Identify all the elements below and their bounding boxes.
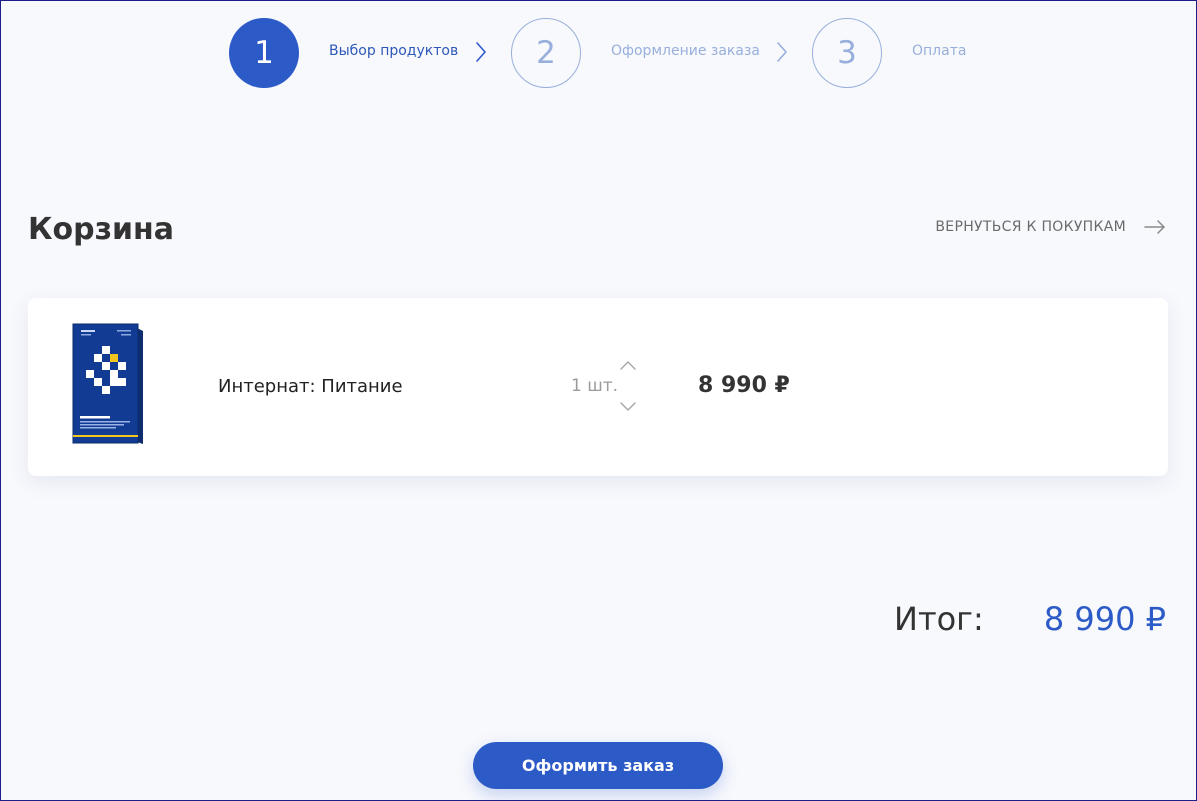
step-3-number: 3 [837,34,857,71]
page-title: Корзина [28,212,175,247]
item-price: 8 990 ₽ [698,373,790,398]
place-order-button[interactable]: Оформить заказ [473,742,723,789]
step-1-label[interactable]: Выбор продуктов [329,42,458,60]
page: 1 Выбор продуктов 2 Оформление заказа 3 … [0,0,1197,801]
chevron-up-icon[interactable] [618,358,638,372]
step-2-label[interactable]: Оформление заказа [611,42,760,60]
cart-item-card: Интернат: Питание 1 шт. 8 990 ₽ [28,298,1168,476]
total-value: 8 990 ₽ [1043,600,1166,638]
step-3-circle[interactable]: 3 [812,18,882,88]
step-1-number: 1 [254,34,274,71]
product-box-icon[interactable] [71,322,143,446]
back-to-shopping-label: ВЕРНУТЬСЯ К ПОКУПКАМ [935,219,1126,235]
chevron-down-icon[interactable] [618,400,638,414]
quantity-value: 1 шт. [571,376,619,396]
chevron-right-icon [777,42,787,62]
step-2-number: 2 [536,34,556,71]
step-2-circle[interactable]: 2 [511,18,581,88]
back-to-shopping-link[interactable]: ВЕРНУТЬСЯ К ПОКУПКАМ [935,219,1166,235]
product-name[interactable]: Интернат: Питание [218,376,403,398]
quantity-stepper: 1 шт. [558,354,648,418]
total-label: Итог: [894,600,984,638]
step-3-label[interactable]: Оплата [912,42,966,60]
arrow-right-icon [1144,220,1165,234]
chevron-right-icon [476,42,486,62]
step-1-circle[interactable]: 1 [229,18,299,88]
